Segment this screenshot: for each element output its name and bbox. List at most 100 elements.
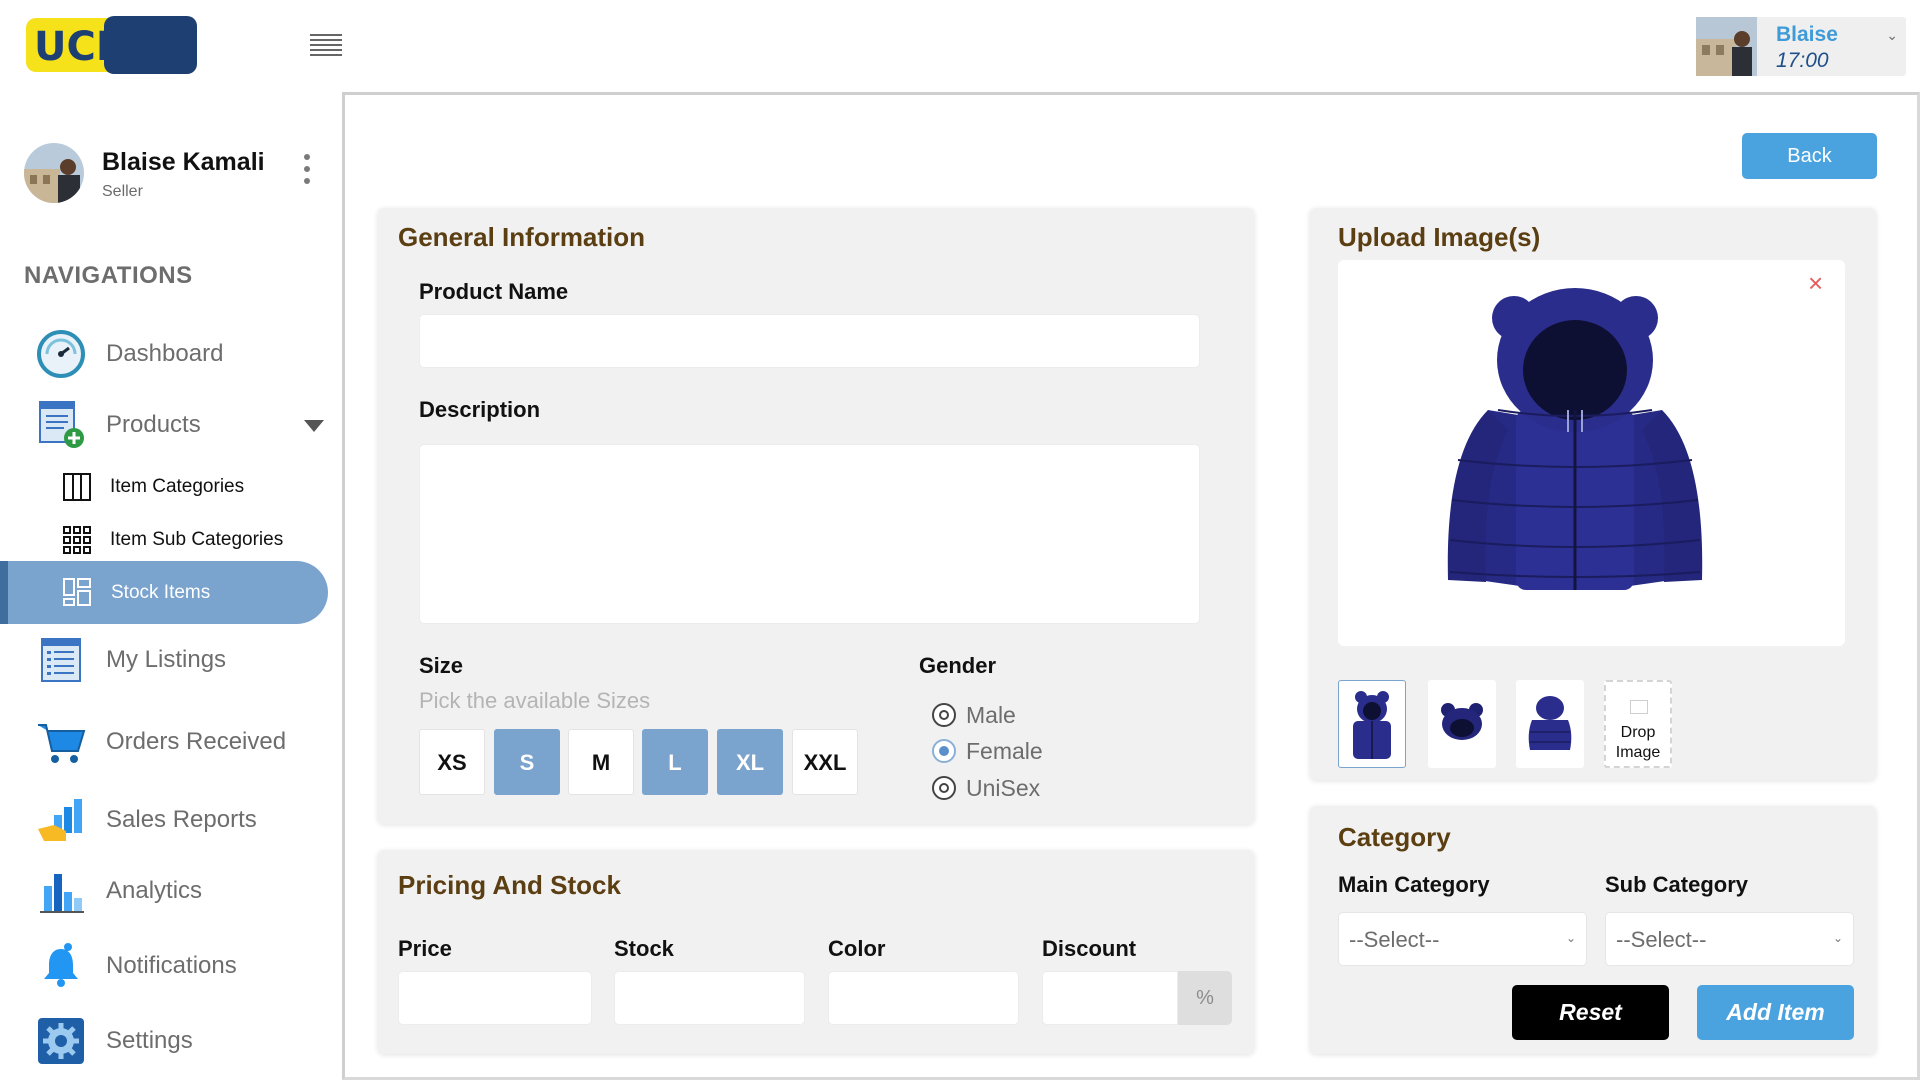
sidebar-item-label: Dashboard	[106, 340, 224, 367]
remove-image-close-icon[interactable]: ×	[1808, 268, 1823, 299]
dashboard-gauge-icon	[36, 329, 86, 379]
discount-input[interactable]	[1042, 971, 1178, 1025]
drop-label-line1: Drop	[1620, 724, 1656, 741]
reset-button[interactable]: Reset	[1512, 985, 1669, 1040]
radio-label: UniSex	[966, 775, 1041, 801]
price-label: Price	[398, 936, 452, 961]
image-thumbnail[interactable]	[1338, 680, 1406, 768]
size-xxl-button[interactable]: XXL	[792, 729, 858, 795]
image-placeholder-icon	[1630, 700, 1648, 714]
product-name-input[interactable]	[419, 314, 1200, 368]
user-menu[interactable]: Blaise 17:00 ⌄	[1696, 17, 1906, 76]
category-title: Category	[1338, 822, 1451, 852]
grid-icon	[62, 525, 92, 555]
size-l-button[interactable]: L	[642, 729, 708, 795]
layout-icon	[62, 577, 92, 607]
upload-images-title: Upload Image(s)	[1338, 222, 1541, 252]
sidebar-subitem-label: Item Sub Categories	[110, 529, 284, 550]
sidebar-item-label: My Listings	[106, 646, 227, 673]
jacket-thumb-back	[1528, 696, 1572, 750]
pricing-stock-title: Pricing And Stock	[398, 870, 621, 900]
puffer-jacket-image	[1447, 288, 1703, 590]
sidebar-item-label: Orders Received	[106, 728, 287, 755]
main-category-select[interactable]: --Select-- ⌄	[1338, 912, 1587, 966]
add-item-button[interactable]: Add Item	[1697, 985, 1854, 1040]
chevron-down-icon: ⌄	[1565, 931, 1576, 945]
sidebar-item-notifications[interactable]: Notifications	[24, 937, 324, 993]
color-input[interactable]	[828, 971, 1019, 1025]
drop-image-zone[interactable]: Drop Image	[1604, 680, 1672, 768]
stock-input[interactable]	[614, 971, 805, 1025]
sidebar-item-label: Settings	[106, 1027, 193, 1054]
size-hint: Pick the available Sizes	[419, 688, 651, 713]
gear-icon	[36, 1016, 86, 1066]
logo-text: UCEP	[34, 24, 152, 70]
ucep-logo[interactable]: UCEP	[24, 14, 199, 76]
bell-icon	[36, 941, 86, 991]
select-value: --Select--	[1349, 927, 1440, 952]
size-s-button[interactable]: S	[494, 729, 560, 795]
user-avatar	[1696, 17, 1757, 76]
sidebar-item-orders-received[interactable]: Orders Received	[24, 713, 324, 769]
main-category-label: Main Category	[1338, 872, 1490, 897]
sidebar-item-label: Analytics	[106, 877, 203, 904]
sidebar-item-settings[interactable]: Settings	[24, 1012, 324, 1068]
description-textarea[interactable]	[419, 444, 1200, 624]
price-input[interactable]	[398, 971, 592, 1025]
listings-icon	[36, 635, 86, 685]
select-value: --Select--	[1616, 927, 1707, 952]
jacket-thumb-front	[1353, 691, 1391, 759]
sidebar-subitem-label: Item Categories	[110, 476, 245, 497]
general-information-title: General Information	[398, 222, 646, 252]
sidebar-item-sales-reports[interactable]: Sales Reports	[24, 791, 324, 847]
profile-avatar	[24, 143, 84, 203]
sidebar-item-label: Notifications	[106, 952, 237, 979]
back-button[interactable]: Back	[1742, 133, 1877, 179]
gender-label: Gender	[919, 653, 997, 678]
caret-down-icon[interactable]	[304, 420, 324, 432]
discount-label: Discount	[1042, 936, 1137, 961]
more-options-icon[interactable]	[302, 154, 312, 190]
columns-icon	[62, 472, 92, 502]
sub-category-select[interactable]: --Select-- ⌄	[1605, 912, 1854, 966]
description-label: Description	[419, 397, 541, 422]
sidebar-item-label: Products	[106, 411, 201, 438]
drop-label-line2: Image	[1615, 744, 1661, 761]
image-preview: ×	[1338, 260, 1845, 646]
radio-label: Male	[966, 702, 1016, 728]
sidebar-item-label: Sales Reports	[106, 806, 257, 833]
sales-report-icon	[36, 795, 86, 845]
sidebar-item-my-listings[interactable]: My Listings	[24, 631, 324, 687]
image-thumbnail[interactable]	[1516, 680, 1584, 768]
sidebar-item-products[interactable]: Products	[24, 396, 324, 452]
size-xs-button[interactable]: XS	[419, 729, 485, 795]
radio-checked-icon	[932, 739, 956, 763]
products-list-add-icon	[36, 400, 86, 450]
sidebar-subitem-item-categories[interactable]: Item Categories	[60, 464, 320, 508]
shopping-cart-icon	[36, 717, 86, 767]
size-xl-button[interactable]: XL	[717, 729, 783, 795]
hamburger-menu-icon[interactable]	[310, 34, 342, 56]
sidebar-subitem-stock-items[interactable]: Stock Items	[0, 561, 328, 624]
radio-unchecked-icon	[932, 776, 956, 800]
product-name-label: Product Name	[419, 279, 569, 304]
sidebar-item-analytics[interactable]: Analytics	[24, 862, 324, 918]
chevron-down-icon[interactable]: ⌄	[1886, 27, 1898, 44]
sidebar-item-dashboard[interactable]: Dashboard	[24, 325, 324, 381]
image-thumbnail[interactable]	[1428, 680, 1496, 768]
sidebar-subitem-item-sub-categories[interactable]: Item Sub Categories	[60, 517, 320, 561]
size-label: Size	[419, 653, 464, 678]
percent-suffix: %	[1178, 971, 1232, 1025]
color-label: Color	[828, 936, 886, 961]
stock-label: Stock	[614, 936, 674, 961]
navigations-heading: NAVIGATIONS	[24, 262, 193, 289]
sidebar-subitem-label: Stock Items	[111, 582, 211, 603]
size-m-button[interactable]: M	[568, 729, 634, 795]
profile-name: Blaise Kamali	[102, 148, 265, 176]
jacket-thumb-hood	[1441, 703, 1483, 740]
user-time: 17:00	[1776, 49, 1829, 72]
chevron-down-icon: ⌄	[1832, 931, 1843, 945]
sub-category-label: Sub Category	[1605, 872, 1749, 897]
user-name: Blaise	[1776, 23, 1838, 46]
radio-label: Female	[966, 738, 1043, 764]
